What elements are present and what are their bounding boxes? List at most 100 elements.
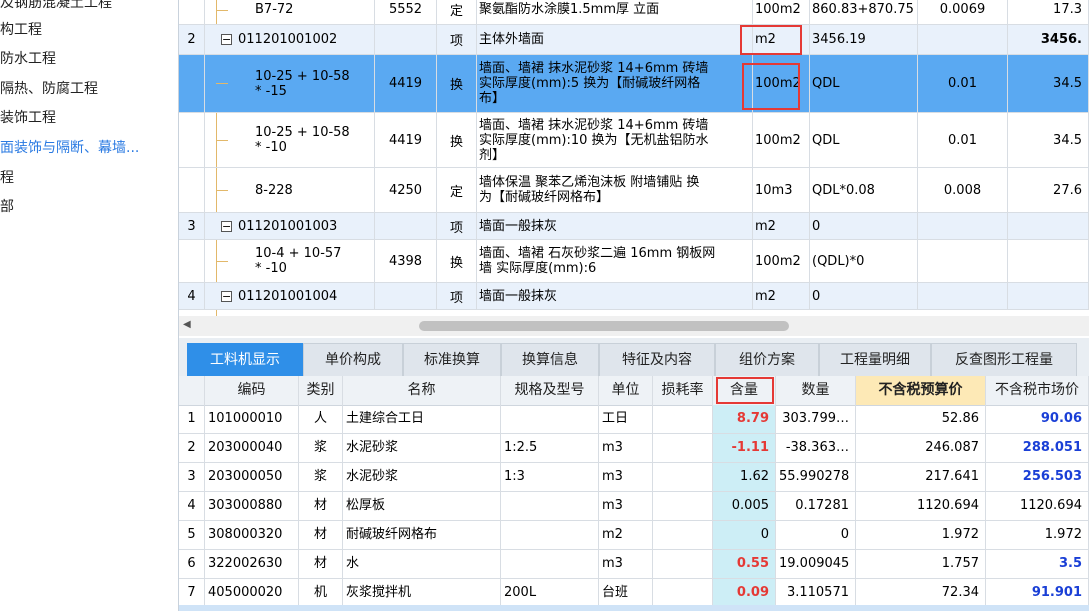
new-row-placeholder[interactable] [179, 605, 1089, 611]
sidebar-item[interactable]: 装饰工程 [0, 107, 56, 129]
material-spec[interactable]: 200L [501, 579, 599, 607]
tab-quantity-detail[interactable]: 工程量明细 [819, 343, 931, 376]
table-row[interactable]: 2 −011201001002 项 主体外墙面 m2 3456.19 3456. [179, 25, 1089, 55]
header-unit[interactable]: 单位 [599, 376, 653, 405]
material-loss-rate[interactable] [653, 521, 713, 549]
material-loss-rate[interactable] [653, 579, 713, 607]
material-category[interactable]: 浆 [299, 434, 343, 462]
material-unit[interactable]: m3 [599, 434, 653, 462]
material-spec[interactable]: 1:3 [501, 463, 599, 491]
material-content[interactable]: 1.62 [713, 463, 776, 491]
material-spec[interactable] [501, 521, 599, 549]
sidebar-item[interactable]: 及钢筋混凝土工程 [0, 0, 112, 14]
material-budget-price[interactable]: 1120.694 [856, 492, 986, 520]
header-market-price[interactable]: 不含税市场价 [986, 376, 1089, 405]
tab-features[interactable]: 特征及内容 [599, 343, 715, 376]
material-budget-price[interactable]: 1.757 [856, 550, 986, 578]
material-category[interactable]: 浆 [299, 463, 343, 491]
header-spec[interactable]: 规格及型号 [501, 376, 599, 405]
material-unit[interactable]: m3 [599, 492, 653, 520]
table-row[interactable]: 4 303000880 材松厚板 m3 0.005 0.17281 1120.694 1120… [179, 492, 1089, 521]
material-code[interactable]: 322002630 [205, 550, 299, 578]
material-name[interactable]: 耐碱玻纤网格布 [343, 521, 501, 549]
material-name[interactable]: 灰浆搅拌机 [343, 579, 501, 607]
material-unit[interactable]: m3 [599, 550, 653, 578]
material-quantity[interactable]: 55.990278 [776, 463, 856, 491]
sidebar-item[interactable]: 构工程 [0, 19, 42, 41]
table-row[interactable]: 7 405000020 机灰浆搅拌机 200L 台班 0.09 3.110571 72.34 9… [179, 579, 1089, 608]
tab-reverse-lookup[interactable]: 反查图形工程量 [931, 343, 1077, 376]
tab-unit-price[interactable]: 单价构成 [303, 343, 403, 376]
material-content[interactable]: 0.09 [713, 579, 776, 607]
material-budget-price[interactable]: 1.972 [856, 521, 986, 549]
material-spec[interactable] [501, 550, 599, 578]
material-budget-price[interactable]: 72.34 [856, 579, 986, 607]
sidebar-item[interactable]: 防水工程 [0, 48, 56, 70]
material-unit[interactable]: 台班 [599, 579, 653, 607]
material-code[interactable]: 101000010 [205, 405, 299, 433]
material-loss-rate[interactable] [653, 492, 713, 520]
tab-conversion-info[interactable]: 换算信息 [501, 343, 599, 376]
material-quantity[interactable]: 3.110571 [776, 579, 856, 607]
material-unit[interactable]: 工日 [599, 405, 653, 433]
material-loss-rate[interactable] [653, 550, 713, 578]
sidebar-item-selected[interactable]: 面装饰与隔断、幕墙... [0, 137, 139, 159]
material-loss-rate[interactable] [653, 405, 713, 433]
table-row-selected[interactable]: 10-25 + 10-58 * -15 4419 换 墙面、墙裙 抹水泥砂浆 1… [179, 55, 1089, 113]
material-content[interactable]: 0.55 [713, 550, 776, 578]
table-row[interactable]: 4 −011201001004 项 墙面一般抹灰 m2 0 [179, 283, 1089, 310]
sidebar-item[interactable]: 部 [0, 196, 14, 218]
table-row[interactable]: 10-25 + 10-58 * -10 4419 换 墙面、墙裙 抹水泥砂浆 1… [179, 113, 1089, 168]
header-loss-rate[interactable]: 损耗率 [653, 376, 713, 405]
horizontal-scrollbar[interactable]: ◀ [179, 316, 1089, 336]
material-quantity[interactable]: 19.009045 [776, 550, 856, 578]
material-content[interactable]: -1.11 [713, 434, 776, 462]
collapse-icon[interactable]: − [221, 34, 232, 45]
material-unit[interactable]: m3 [599, 463, 653, 491]
material-market-price[interactable]: 3.5 [986, 550, 1089, 578]
material-market-price[interactable]: 288.051 [986, 434, 1089, 462]
material-code[interactable]: 203000050 [205, 463, 299, 491]
material-content[interactable]: 0 [713, 521, 776, 549]
material-name[interactable]: 水泥砂浆 [343, 434, 501, 462]
scrollbar-thumb[interactable] [419, 321, 789, 331]
material-name[interactable]: 松厚板 [343, 492, 501, 520]
table-row[interactable]: 2 203000040 浆水泥砂浆 1:2.5 m3 -1.11 -38.363… 246.0… [179, 434, 1089, 463]
material-unit[interactable]: m2 [599, 521, 653, 549]
material-quantity[interactable]: 303.799… [776, 405, 856, 433]
tab-pricing-plan[interactable]: 组价方案 [715, 343, 819, 376]
table-row[interactable]: 6 322002630 材水 m3 0.55 19.009045 1.757 3.5 [179, 550, 1089, 579]
material-budget-price[interactable]: 217.641 [856, 463, 986, 491]
table-row[interactable]: 10-4 + 10-57 * -10 4398 换 墙面、墙裙 石灰砂浆二遍 1… [179, 240, 1089, 283]
material-market-price[interactable]: 256.503 [986, 463, 1089, 491]
material-loss-rate[interactable] [653, 463, 713, 491]
material-name[interactable]: 水 [343, 550, 501, 578]
material-market-price[interactable]: 1.972 [986, 521, 1089, 549]
header-budget-price[interactable]: 不含税预算价 [856, 376, 986, 405]
table-row[interactable]: 1 101000010 人土建综合工日 工日 8.79 303.799… 52.86 90.0… [179, 405, 1089, 434]
material-market-price[interactable]: 91.901 [986, 579, 1089, 607]
material-market-price[interactable]: 90.06 [986, 405, 1089, 433]
material-name[interactable]: 土建综合工日 [343, 405, 501, 433]
tab-standard-conversion[interactable]: 标准换算 [403, 343, 501, 376]
material-quantity[interactable]: 0.17281 [776, 492, 856, 520]
sidebar-item[interactable]: 隔热、防腐工程 [0, 78, 98, 100]
header-code[interactable]: 编码 [205, 376, 299, 405]
material-code[interactable]: 303000880 [205, 492, 299, 520]
sidebar-item[interactable]: 程 [0, 167, 14, 189]
table-row[interactable]: 5 308000320 材耐碱玻纤网格布 m2 0 0 1.972 1.972 [179, 521, 1089, 550]
collapse-icon[interactable]: − [221, 220, 232, 232]
material-category[interactable]: 材 [299, 492, 343, 520]
material-quantity[interactable]: 0 [776, 521, 856, 549]
table-row[interactable]: 3 203000050 浆水泥砂浆 1:3 m3 1.62 55.990278 217.641… [179, 463, 1089, 492]
material-code[interactable]: 405000020 [205, 579, 299, 607]
material-spec[interactable] [501, 492, 599, 520]
material-budget-price[interactable]: 246.087 [856, 434, 986, 462]
material-code[interactable]: 308000320 [205, 521, 299, 549]
material-category[interactable]: 材 [299, 521, 343, 549]
material-content[interactable]: 8.79 [713, 405, 776, 433]
header-quantity[interactable]: 数量 [776, 376, 856, 405]
header-content[interactable]: 含量 [713, 376, 776, 405]
table-row[interactable]: 8-228 4250 定 墙体保温 聚苯乙烯泡沫板 附墙铺贴 换 为【耐碱玻纤网… [179, 168, 1089, 213]
material-code[interactable]: 203000040 [205, 434, 299, 462]
